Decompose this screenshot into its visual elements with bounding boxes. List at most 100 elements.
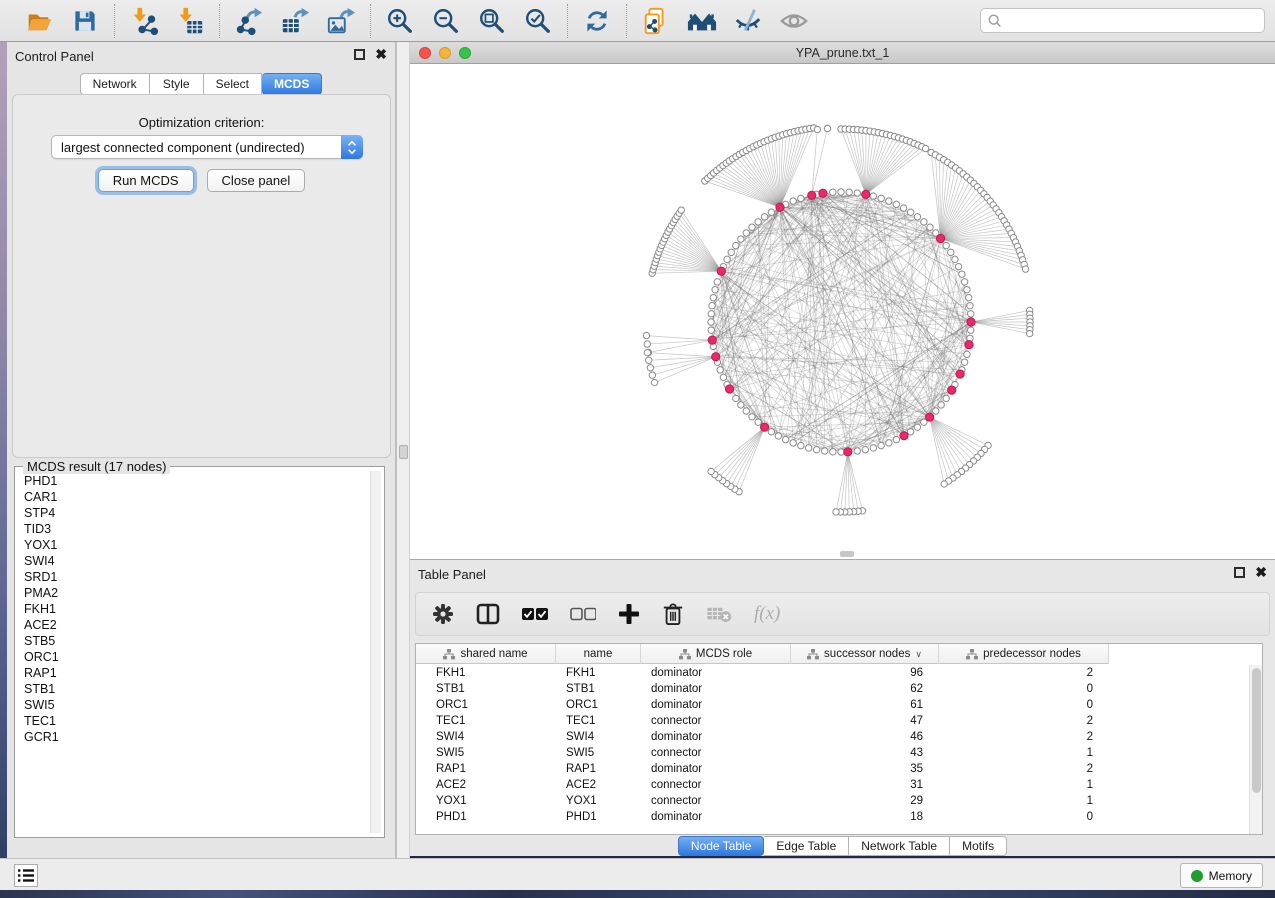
result-node-item[interactable]: SRD1 [16, 569, 370, 585]
network-node[interactable] [846, 189, 852, 195]
network-hub-node[interactable] [725, 385, 733, 393]
table-row[interactable]: FKH1FKH1dominator962 [416, 665, 1249, 681]
network-node[interactable] [968, 311, 974, 317]
network-node[interactable] [921, 219, 927, 225]
network-node[interactable] [838, 189, 844, 195]
tab-node-table[interactable]: Node Table [678, 836, 765, 856]
create-column-button[interactable] [618, 603, 640, 625]
network-node[interactable] [968, 327, 974, 333]
table-settings-button[interactable] [432, 603, 454, 625]
tab-select[interactable]: Select [204, 73, 262, 95]
network-node[interactable] [755, 419, 761, 425]
network-node[interactable] [743, 408, 749, 414]
network-node[interactable] [933, 408, 939, 414]
network-hub-node[interactable] [926, 413, 934, 421]
tab-style[interactable]: Style [150, 73, 204, 95]
tab-mcds[interactable]: MCDS [262, 73, 322, 95]
network-node[interactable] [749, 414, 755, 420]
close-table-panel-icon[interactable]: ✖ [1255, 567, 1267, 578]
network-node[interactable] [775, 433, 781, 439]
network-hub-node[interactable] [844, 448, 852, 456]
tab-network[interactable]: Network [80, 73, 150, 95]
network-node[interactable] [886, 440, 892, 446]
network-hub-node[interactable] [967, 318, 975, 326]
network-hub-node[interactable] [965, 340, 973, 348]
network-node[interactable] [967, 303, 973, 309]
network-leaf-node[interactable] [1026, 330, 1032, 336]
export-table-button[interactable] [276, 4, 314, 38]
network-leaf-node[interactable] [941, 481, 947, 487]
window-minimize-button[interactable] [439, 47, 451, 59]
zoom-selected-button[interactable] [519, 4, 557, 38]
network-hub-node[interactable] [717, 267, 725, 275]
network-node[interactable] [952, 256, 958, 262]
open-session-button[interactable] [20, 4, 58, 38]
column-header-predecessor-nodes[interactable]: predecessor nodes [939, 644, 1109, 664]
table-row[interactable]: SWI4SWI4dominator462 [416, 729, 1249, 745]
select-all-button[interactable] [522, 607, 548, 621]
table-row[interactable]: STB1STB1dominator620 [416, 681, 1249, 697]
network-node[interactable] [830, 189, 836, 195]
delete-column-button[interactable] [662, 602, 684, 626]
result-node-item[interactable]: FKH1 [16, 601, 370, 617]
network-node[interactable] [733, 242, 739, 248]
result-node-item[interactable]: RAP1 [16, 665, 370, 681]
result-node-item[interactable]: STB5 [16, 633, 370, 649]
network-node[interactable] [798, 442, 804, 448]
result-node-item[interactable]: TEC1 [16, 713, 370, 729]
network-hub-node[interactable] [808, 191, 816, 199]
search-input[interactable] [1003, 11, 1258, 31]
panel-splitter[interactable] [396, 42, 410, 858]
network-node[interactable] [907, 429, 913, 435]
network-node[interactable] [709, 303, 715, 309]
network-node[interactable] [961, 359, 967, 365]
network-node[interactable] [755, 219, 761, 225]
network-node[interactable] [870, 193, 876, 199]
table-row[interactable]: ORC1ORC1dominator610 [416, 697, 1249, 713]
table-row[interactable]: YOX1YOX1connector291 [416, 793, 1249, 809]
network-node[interactable] [965, 294, 971, 300]
network-node[interactable] [710, 294, 716, 300]
network-leaf-node[interactable] [643, 332, 649, 338]
result-node-item[interactable]: YOX1 [16, 537, 370, 553]
result-node-item[interactable]: STB1 [16, 681, 370, 697]
zoom-out-button[interactable] [427, 4, 465, 38]
table-row[interactable]: SWI5SWI5connector431 [416, 745, 1249, 761]
splitter-handle[interactable] [399, 445, 408, 459]
network-node[interactable] [862, 446, 868, 452]
network-hub-node[interactable] [819, 189, 827, 197]
network-node[interactable] [893, 201, 899, 207]
network-node[interactable] [961, 279, 967, 285]
deselect-all-button[interactable] [570, 607, 596, 621]
network-hub-node[interactable] [712, 353, 720, 361]
table-row[interactable]: ACE2ACE2connector311 [416, 777, 1249, 793]
network-node[interactable] [743, 230, 749, 236]
network-hub-node[interactable] [862, 190, 870, 198]
network-node[interactable] [805, 445, 811, 451]
tab-edge-table[interactable]: Edge Table [764, 836, 849, 856]
function-builder-icon[interactable]: f(x) [754, 603, 780, 625]
tab-network-table[interactable]: Network Table [849, 836, 950, 856]
network-node[interactable] [708, 319, 714, 325]
network-leaf-node[interactable] [833, 509, 839, 515]
table-vscrollbar[interactable] [1249, 665, 1262, 834]
network-hscrollbar-thumb[interactable] [840, 551, 854, 557]
network-node[interactable] [714, 279, 720, 285]
result-node-item[interactable]: TID3 [16, 521, 370, 537]
close-panel-icon[interactable]: ✖ [375, 49, 387, 60]
network-node[interactable] [749, 224, 755, 230]
network-node[interactable] [708, 327, 714, 333]
network-leaf-node[interactable] [646, 357, 652, 363]
network-leaf-node[interactable] [814, 126, 820, 132]
tab-motifs[interactable]: Motifs [950, 836, 1007, 856]
network-node[interactable] [955, 263, 961, 269]
result-node-item[interactable]: STP4 [16, 505, 370, 521]
network-hub-node[interactable] [936, 234, 944, 242]
import-network-button[interactable] [125, 4, 163, 38]
network-node[interactable] [964, 351, 970, 357]
float-panel-icon[interactable] [354, 49, 365, 60]
run-mcds-button[interactable]: Run MCDS [98, 169, 194, 192]
float-table-panel-icon[interactable] [1234, 567, 1245, 578]
network-node[interactable] [870, 445, 876, 451]
result-node-item[interactable]: PHD1 [16, 473, 370, 489]
